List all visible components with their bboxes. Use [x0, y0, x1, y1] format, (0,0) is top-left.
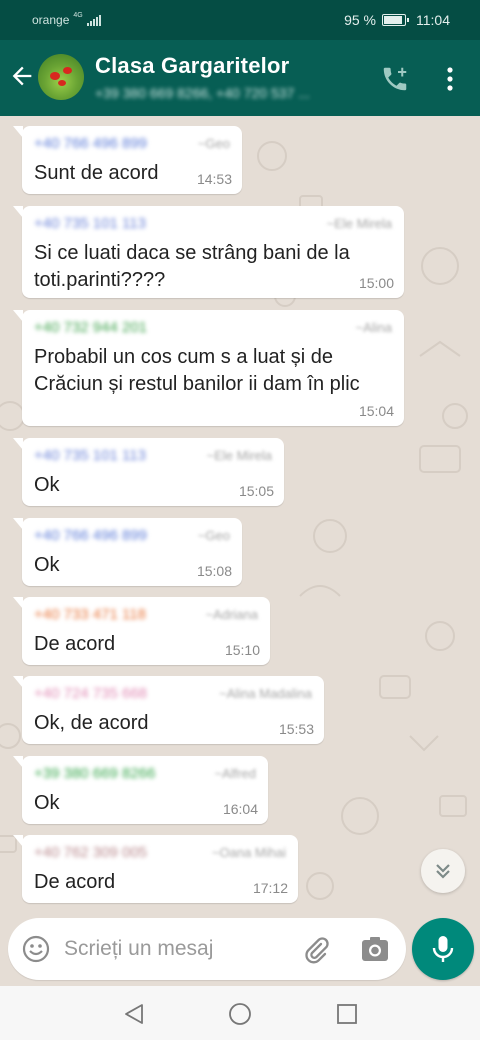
- microphone-icon: [432, 936, 454, 962]
- message-sender-alias: ~Adriana: [205, 607, 258, 622]
- message-text: Ok: [34, 474, 60, 496]
- message-time: 15:05: [238, 483, 274, 499]
- message-time: 15:53: [278, 721, 314, 737]
- message-text: De acord: [34, 633, 116, 655]
- message-time: 15:08: [196, 563, 232, 579]
- scroll-to-bottom-button[interactable]: [421, 849, 465, 893]
- clock: 11:04: [416, 12, 450, 28]
- message-sender-alias: ~Alina Madalina: [219, 686, 312, 701]
- message-bubble[interactable]: +40 735 101 113 ~Ele Mirela Si ce luati …: [13, 206, 404, 298]
- message-bubble[interactable]: +40 735 101 113 ~Ele Mirela Ok 15:05: [13, 438, 284, 506]
- status-left: orange 4G: [32, 11, 101, 27]
- message-sender[interactable]: +39 380 669 8266: [34, 765, 155, 782]
- message-sender-alias: ~Geo: [197, 528, 230, 543]
- message-bubble[interactable]: +40 732 944 201 ~Alina Probabil un cos c…: [13, 310, 404, 426]
- message-bubble[interactable]: +40 724 735 668 ~Alina Madalina Ok, de a…: [13, 676, 324, 744]
- nav-home-icon[interactable]: [228, 1002, 252, 1026]
- message-sender[interactable]: +40 735 101 113: [34, 215, 146, 232]
- camera-icon[interactable]: [360, 935, 390, 963]
- message-list[interactable]: +40 766 496 899 ~Geo Sunt de acord 14:53…: [0, 116, 480, 918]
- group-avatar[interactable]: [38, 54, 84, 100]
- message-sender-alias: ~Ele Mirela: [326, 216, 392, 231]
- message-bubble[interactable]: +40 766 496 899 ~Geo Ok 15:08: [13, 518, 242, 586]
- message-time: 15:00: [358, 275, 394, 291]
- message-sender[interactable]: +40 733 471 118: [34, 606, 146, 623]
- paperclip-icon[interactable]: [301, 934, 331, 964]
- nav-recents-icon[interactable]: [336, 1003, 358, 1025]
- network-type-label: 4G: [73, 11, 83, 19]
- message-time: 14:53: [196, 171, 232, 187]
- message-text: Ok: [34, 792, 60, 814]
- message-bubble[interactable]: +39 380 669 8266 ~Alfred Ok 16:04: [13, 756, 268, 824]
- chat-header: Clasa Gargaritelor +39 380 669 8266, +40…: [0, 40, 480, 116]
- message-sender-alias: ~Ele Mirela: [206, 448, 272, 463]
- system-nav-bar: [0, 986, 480, 1040]
- status-right: 95 % 11:04: [344, 12, 450, 28]
- message-composer: [8, 918, 406, 980]
- signal-icon: [86, 14, 101, 26]
- message-text: Probabil un cos cum s a luat și de Crăciu…: [34, 346, 360, 395]
- more-vertical-icon[interactable]: [438, 64, 462, 94]
- battery-icon: [382, 14, 409, 26]
- chat-participants[interactable]: +39 380 669 8266, +40 720 537 ...: [95, 85, 310, 101]
- message-bubble[interactable]: +40 762 309 005 ~Oana Mihai De acord 17:…: [13, 835, 298, 903]
- message-time: 17:12: [252, 880, 288, 896]
- chat-title[interactable]: Clasa Gargaritelor: [95, 53, 289, 79]
- message-text: Sunt de acord: [34, 162, 159, 184]
- message-text: Ok: [34, 554, 60, 576]
- message-time: 15:10: [224, 642, 260, 658]
- message-time: 15:04: [358, 403, 394, 419]
- status-bar: orange 4G 95 % 11:04: [0, 0, 480, 40]
- message-sender-alias: ~Geo: [197, 136, 230, 151]
- message-text: Ok, de acord: [34, 712, 149, 734]
- message-sender[interactable]: +40 766 496 899: [34, 527, 147, 544]
- message-sender[interactable]: +40 762 309 005: [34, 844, 147, 861]
- phone-plus-icon[interactable]: [380, 64, 410, 94]
- message-input[interactable]: [64, 933, 294, 965]
- message-bubble[interactable]: +40 733 471 118 ~Adriana De acord 15:10: [13, 597, 270, 665]
- message-sender-alias: ~Alina: [355, 320, 393, 335]
- arrow-left-icon[interactable]: [8, 62, 36, 90]
- message-sender[interactable]: +40 724 735 668: [34, 685, 147, 702]
- message-sender[interactable]: +40 732 944 201: [34, 319, 147, 336]
- message-sender[interactable]: +40 735 101 113: [34, 447, 146, 464]
- message-text: Si ce luati daca se strâng bani de la tot…: [34, 242, 350, 291]
- voice-message-button[interactable]: [412, 918, 474, 980]
- message-text: De acord: [34, 871, 116, 893]
- message-time: 16:04: [222, 801, 258, 817]
- double-chevron-down-icon: [436, 864, 450, 879]
- message-sender-alias: ~Oana Mihai: [211, 845, 286, 860]
- message-sender[interactable]: +40 766 496 899: [34, 135, 147, 152]
- message-bubble[interactable]: +40 766 496 899 ~Geo Sunt de acord 14:53: [13, 126, 242, 194]
- emoji-icon[interactable]: [22, 935, 50, 963]
- nav-back-icon[interactable]: [122, 1002, 146, 1026]
- message-sender-alias: ~Alfred: [214, 766, 256, 781]
- carrier-label: orange: [32, 13, 70, 27]
- battery-percent: 95 %: [344, 12, 376, 28]
